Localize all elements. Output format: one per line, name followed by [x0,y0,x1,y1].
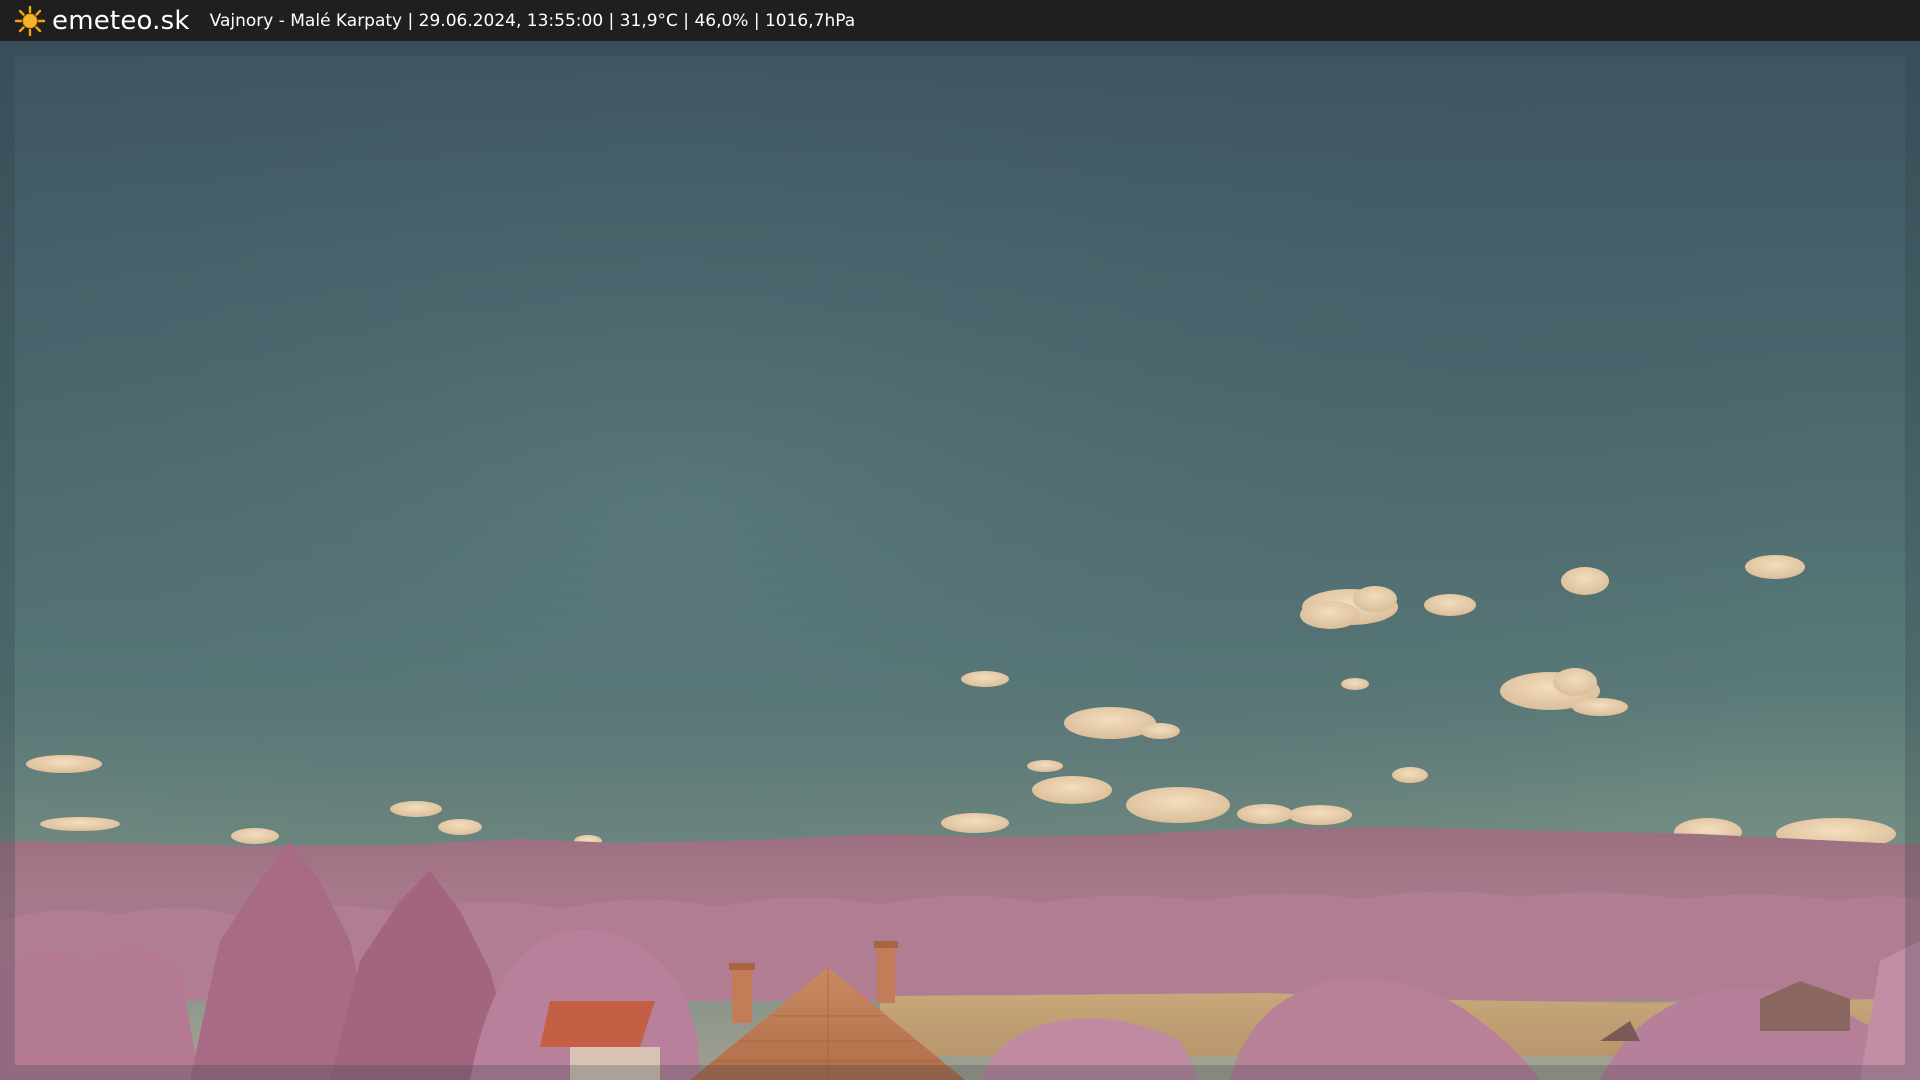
brand-name: emeteo.sk [52,5,190,36]
station-caption: Vajnory - Malé Karpaty | 29.06.2024, 13:… [209,10,856,31]
webcam-image [0,41,1920,1080]
sun-icon [14,5,46,36]
webcam-frame: emeteo.sk Vajnory - Malé Karpaty | 29.06… [0,0,1920,1080]
webcam-caption-bar: emeteo.sk Vajnory - Malé Karpaty | 29.06… [0,0,1920,41]
emeteo-logo[interactable]: emeteo.sk [14,5,190,37]
